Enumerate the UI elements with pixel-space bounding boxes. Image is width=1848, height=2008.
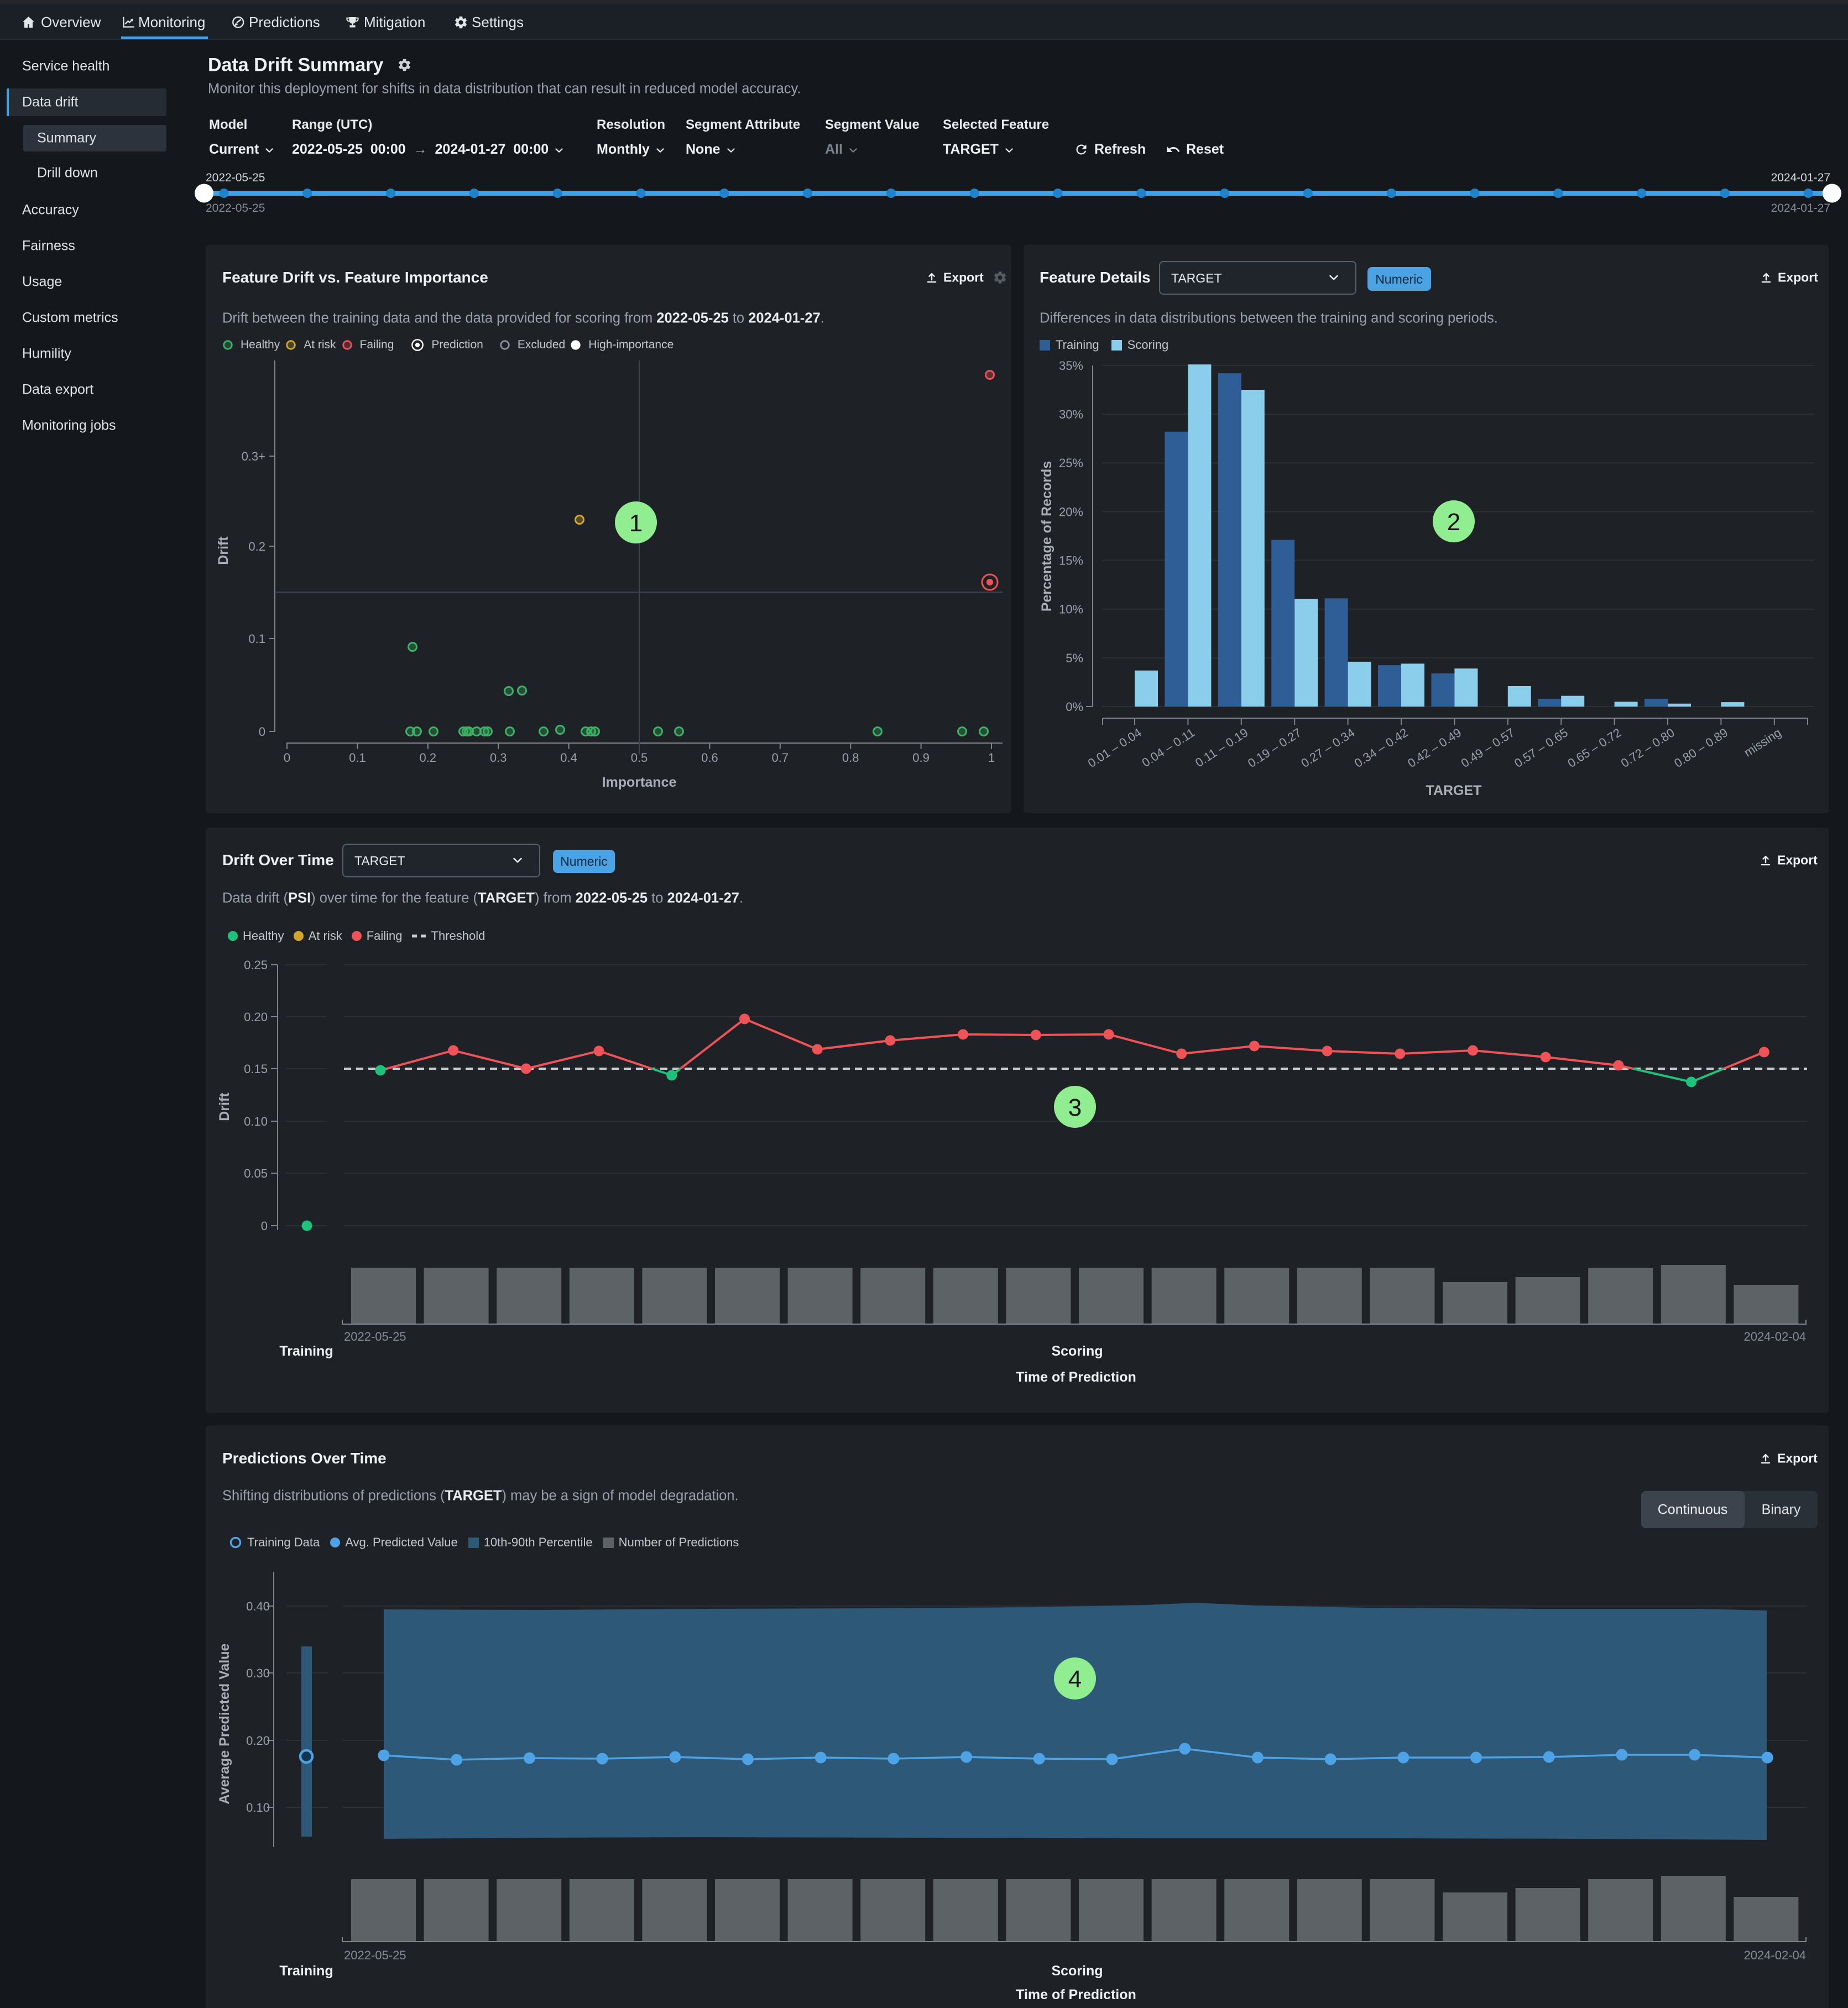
svg-text:0.57 – 0.65: 0.57 – 0.65 [1512,725,1570,770]
svg-text:0.11 – 0.19: 0.11 – 0.19 [1193,725,1251,770]
svg-text:2024-02-04: 2024-02-04 [1743,1330,1806,1343]
svg-text:0.7: 0.7 [772,751,789,765]
svg-text:0.2: 0.2 [420,751,437,765]
svg-text:Drift: Drift [217,1092,232,1121]
svg-text:0.19 – 0.27: 0.19 – 0.27 [1245,725,1304,770]
svg-text:0: 0 [261,1219,268,1233]
svg-text:0.1: 0.1 [248,632,265,646]
svg-text:0.80 – 0.89: 0.80 – 0.89 [1672,725,1730,770]
svg-text:0.34 – 0.42: 0.34 – 0.42 [1352,725,1411,770]
svg-text:Time of Prediction: Time of Prediction [1016,1987,1136,2002]
svg-text:Training: Training [279,1963,333,1979]
svg-text:5%: 5% [1066,651,1083,665]
svg-text:0.20: 0.20 [246,1734,270,1748]
svg-text:3: 3 [1068,1094,1082,1121]
svg-text:0.25: 0.25 [244,958,268,972]
svg-text:2022-05-25: 2022-05-25 [344,1330,406,1343]
svg-text:0.01 – 0.04: 0.01 – 0.04 [1085,725,1144,770]
svg-text:20%: 20% [1059,505,1083,519]
svg-text:Time of Prediction: Time of Prediction [1016,1369,1136,1385]
svg-text:0.8: 0.8 [842,751,859,765]
svg-text:0: 0 [284,751,290,765]
svg-text:Scoring: Scoring [1051,1963,1103,1979]
svg-text:0.27 – 0.34: 0.27 – 0.34 [1298,725,1357,770]
svg-text:0.15: 0.15 [244,1062,268,1076]
svg-text:0.9: 0.9 [912,751,930,765]
svg-text:15%: 15% [1059,554,1083,568]
svg-text:0%: 0% [1066,700,1083,714]
svg-text:0.42 – 0.49: 0.42 – 0.49 [1405,725,1464,770]
svg-text:0.72 – 0.80: 0.72 – 0.80 [1619,725,1677,770]
svg-text:0.10: 0.10 [244,1115,268,1128]
svg-text:0.40: 0.40 [246,1599,270,1613]
svg-text:0.49 – 0.57: 0.49 – 0.57 [1459,725,1517,770]
svg-text:0.30: 0.30 [246,1666,270,1680]
svg-text:10%: 10% [1059,603,1083,616]
svg-text:2022-05-25: 2022-05-25 [344,1948,406,1962]
svg-text:0.1: 0.1 [349,751,366,765]
svg-text:TARGET: TARGET [1426,783,1482,798]
svg-text:Scoring: Scoring [1051,1343,1103,1359]
svg-text:1: 1 [988,751,995,765]
svg-text:0.3: 0.3 [490,751,507,765]
svg-text:0.4: 0.4 [560,751,577,765]
svg-text:2024-02-04: 2024-02-04 [1743,1948,1806,1962]
svg-text:0: 0 [259,725,265,739]
svg-text:0.20: 0.20 [244,1010,268,1024]
svg-text:missing: missing [1741,725,1783,760]
svg-text:0.3+: 0.3+ [242,449,265,463]
svg-text:0.10: 0.10 [246,1801,270,1814]
svg-text:1: 1 [629,510,643,537]
svg-text:0.65 – 0.72: 0.65 – 0.72 [1565,725,1623,770]
svg-text:4: 4 [1068,1666,1082,1693]
svg-text:0.6: 0.6 [701,751,718,765]
svg-text:Importance: Importance [602,775,677,790]
svg-text:Training: Training [279,1343,333,1359]
svg-text:30%: 30% [1059,407,1083,421]
svg-text:Percentage of Records: Percentage of Records [1039,461,1054,611]
svg-text:25%: 25% [1059,456,1083,470]
svg-text:0.04 – 0.11: 0.04 – 0.11 [1140,725,1198,770]
svg-text:Drift: Drift [216,536,231,565]
svg-text:0.05: 0.05 [244,1167,268,1180]
svg-text:2: 2 [1447,509,1460,536]
svg-text:0.2: 0.2 [248,540,265,553]
svg-text:35%: 35% [1059,359,1083,373]
svg-text:Average Predicted Value: Average Predicted Value [217,1643,232,1804]
